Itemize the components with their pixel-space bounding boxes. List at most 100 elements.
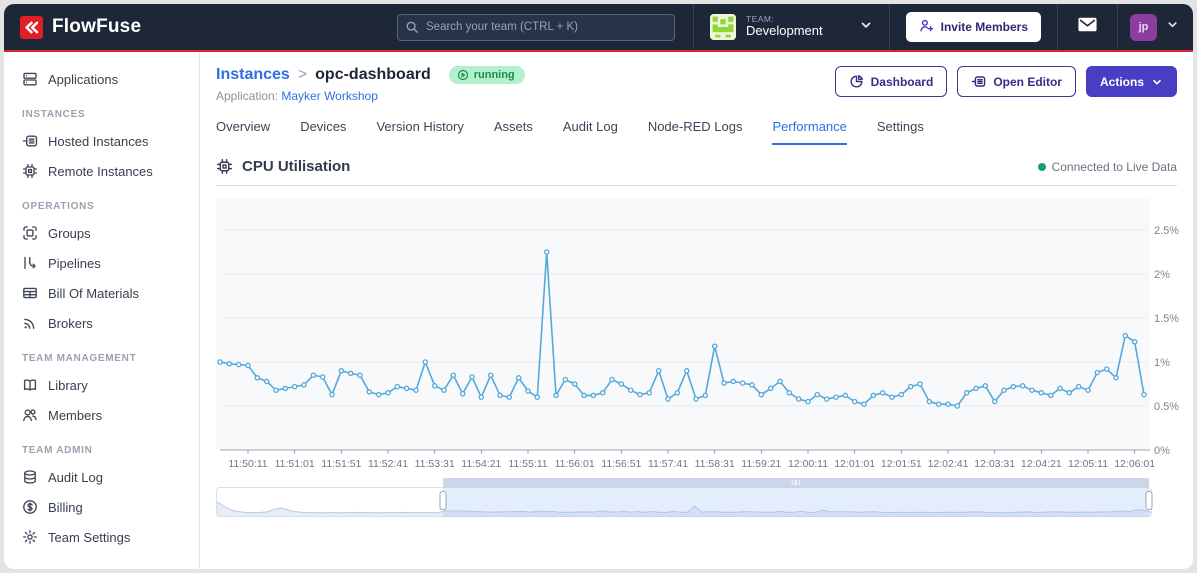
sidebar-item-team-settings[interactable]: Team Settings: [4, 522, 199, 552]
search-input[interactable]: [397, 13, 676, 41]
dollar-circle-icon: [22, 499, 38, 515]
instance-name: opc-dashboard: [315, 66, 431, 83]
tab-devices[interactable]: Devices: [300, 119, 346, 145]
user-menu[interactable]: jp: [1118, 4, 1193, 50]
notifications-button[interactable]: [1058, 4, 1117, 50]
sidebar: Applications INSTANCES Hosted Instances …: [4, 52, 200, 569]
tab-audit-log[interactable]: Audit Log: [563, 119, 618, 145]
y-axis-label: 0%: [1154, 445, 1170, 457]
tab-overview[interactable]: Overview: [216, 119, 270, 145]
instance-tabs: Overview Devices Version History Assets Audi…: [216, 119, 1177, 145]
status-badge: running: [448, 66, 525, 84]
tab-node-red-logs[interactable]: Node-RED Logs: [648, 119, 743, 145]
database-icon: [22, 469, 38, 485]
sidebar-item-label: Groups: [48, 225, 91, 241]
y-axis-label: 2.5%: [1154, 225, 1179, 237]
search-icon: [405, 20, 419, 39]
brush-selected-region: [442, 487, 1150, 517]
y-axis-label: 1%: [1154, 357, 1170, 369]
sidebar-item-hosted-instances[interactable]: Hosted Instances: [4, 126, 199, 156]
invite-members-label: Invite Members: [940, 20, 1028, 34]
chevron-down-icon: [859, 18, 873, 37]
chip-frame-icon: [22, 225, 38, 241]
sidebar-item-label: Audit Log: [48, 469, 103, 485]
sidebar-section-header: OPERATIONS: [22, 201, 95, 212]
breadcrumb-instances-link[interactable]: Instances: [216, 66, 290, 84]
brush-handle-left[interactable]: [439, 491, 446, 510]
sidebar-item-label: Brokers: [48, 315, 93, 331]
panel-title: CPU Utilisation: [242, 158, 351, 175]
brush-drag-cap[interactable]: [442, 478, 1150, 487]
live-status: Connected to Live Data: [1037, 160, 1177, 174]
breadcrumb: Instances > opc-dashboard running: [216, 66, 525, 84]
x-axis-label: 11:50:11: [228, 458, 267, 470]
sidebar-item-audit-log[interactable]: Audit Log: [4, 462, 199, 492]
sidebar-section-header: INSTANCES: [22, 109, 86, 120]
sidebar-section-header: TEAM MANAGEMENT: [22, 353, 137, 364]
sidebar-item-label: Library: [48, 377, 88, 393]
sidebar-item-applications[interactable]: Applications: [4, 64, 199, 94]
avatar: jp: [1130, 13, 1157, 41]
brush-handle-right[interactable]: [1145, 491, 1153, 510]
sidebar-item-label: Members: [48, 407, 103, 423]
y-axis-label: 2%: [1154, 269, 1170, 281]
sidebar-item-members[interactable]: Members: [4, 400, 199, 430]
x-axis-label: 11:56:01: [555, 458, 595, 470]
sidebar-item-billing[interactable]: Billing: [4, 492, 199, 522]
application-line: Application: Mayker Workshop: [216, 89, 525, 103]
x-axis-label: 12:06:01: [1114, 458, 1155, 470]
panel-header: CPU Utilisation Connected to Live Data: [216, 158, 1177, 186]
chip-icon: [22, 163, 38, 179]
x-axis-label: 11:53:31: [415, 458, 455, 470]
team-avatar: [710, 14, 737, 40]
team-name: Development: [746, 23, 823, 39]
chevron-down-icon: [1151, 76, 1163, 88]
tab-settings[interactable]: Settings: [877, 119, 924, 145]
sidebar-section-header: TEAM ADMIN: [22, 445, 93, 456]
pie-chart-icon: [849, 74, 864, 89]
x-axis-label: 12:02:41: [928, 458, 969, 470]
cpu-chart-area[interactable]: 2.5% 2% 1.5% 1% 0.5% 0% 11:50:11 11:51:01 11:51:…: [216, 188, 1179, 480]
open-editor-button-label: Open Editor: [993, 74, 1062, 89]
application-link[interactable]: Mayker Workshop: [281, 89, 377, 103]
sidebar-item-groups[interactable]: Groups: [4, 218, 199, 248]
tab-version-history[interactable]: Version History: [376, 119, 463, 145]
x-axis-label: 12:04:21: [1021, 458, 1062, 470]
sidebar-item-label: Bill Of Materials: [48, 285, 140, 301]
team-selector[interactable]: TEAM: Development: [694, 4, 889, 50]
sidebar-item-brokers[interactable]: Brokers: [4, 308, 199, 338]
invite-members-button[interactable]: Invite Members: [905, 12, 1041, 42]
sidebar-item-label: Hosted Instances: [48, 133, 149, 149]
x-axis-label: 12:01:51: [881, 458, 922, 470]
actions-button[interactable]: Actions: [1085, 66, 1177, 97]
sidebar-item-library[interactable]: Library: [4, 370, 199, 400]
node-red-icon: [971, 74, 986, 89]
x-axis-label: 11:56:51: [601, 458, 641, 470]
navbar-right: TEAM: Development Invite Members: [397, 4, 1193, 50]
brand[interactable]: FlowFuse: [20, 15, 141, 39]
sidebar-item-pipelines[interactable]: Pipelines: [4, 248, 199, 278]
x-axis-label: 12:03:31: [974, 458, 1015, 470]
y-axis-label: 1.5%: [1154, 313, 1179, 325]
tab-performance[interactable]: Performance: [772, 119, 847, 145]
x-axis-label: 11:51:01: [275, 458, 315, 470]
open-editor-button[interactable]: Open Editor: [957, 66, 1076, 97]
dashboard-button[interactable]: Dashboard: [834, 66, 948, 97]
gear-icon: [22, 529, 38, 545]
tab-assets[interactable]: Assets: [494, 119, 533, 145]
cpu-utilisation-chart[interactable]: 2.5% 2% 1.5% 1% 0.5% 0% 11:50:11 11:51:01 11:51:…: [216, 188, 1181, 480]
main-content: Instances > opc-dashboard running Applic…: [200, 52, 1193, 569]
node-icon: [22, 133, 38, 149]
x-axis-label: 11:58:31: [695, 458, 735, 470]
brush-selection[interactable]: [439, 478, 1153, 518]
breadcrumb-separator: >: [297, 66, 308, 83]
sidebar-item-label: Pipelines: [48, 255, 101, 271]
x-axis-label: 12:05:11: [1068, 458, 1108, 470]
live-dot-icon: [1037, 162, 1046, 171]
play-circle-icon: [457, 69, 469, 81]
people-icon: [22, 407, 38, 423]
x-axis-label: 12:01:01: [834, 458, 875, 470]
sidebar-item-bill-of-materials[interactable]: Bill Of Materials: [4, 278, 199, 308]
broadcast-icon: [22, 315, 38, 331]
sidebar-item-remote-instances[interactable]: Remote Instances: [4, 156, 199, 186]
